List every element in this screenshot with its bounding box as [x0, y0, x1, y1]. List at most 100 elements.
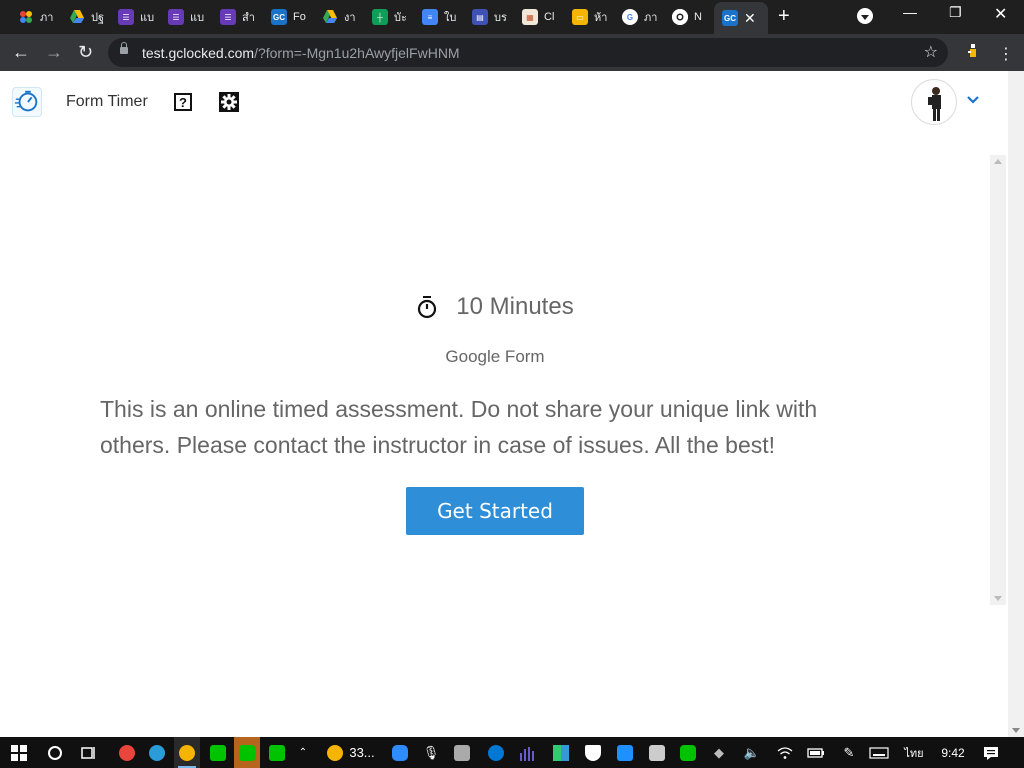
browser-menu-icon[interactable]: ⋮: [998, 44, 1014, 64]
browser-tab[interactable]: งา: [314, 4, 362, 30]
start-button[interactable]: [8, 737, 30, 768]
microphone-icon: 🎙: [422, 744, 440, 760]
url-host: test.gclocked.com: [142, 45, 255, 61]
tray-icon[interactable]: [452, 737, 472, 768]
avatar[interactable]: [911, 79, 957, 125]
close-window-button[interactable]: ✕: [994, 4, 1007, 24]
tray-icon[interactable]: [516, 737, 538, 768]
reload-button[interactable]: ↻: [78, 41, 93, 63]
bookmark-star-icon[interactable]: ☆: [924, 42, 938, 62]
browser-tab[interactable]: ☰ แบ: [160, 4, 208, 30]
browser-tab[interactable]: ☰ แบ: [110, 4, 158, 30]
browser-tab[interactable]: GC Fo: [263, 4, 311, 30]
browser-tab[interactable]: ≡ ใบ: [414, 4, 462, 30]
browser-tab[interactable]: N: [664, 4, 712, 30]
minimize-button[interactable]: —: [903, 4, 917, 20]
browser-toolbar: ← → ↻ test.gclocked.com/?form=-Mgn1u2hAw…: [0, 34, 1024, 71]
tab-search-button[interactable]: [857, 8, 873, 24]
scroll-down-icon[interactable]: [994, 596, 1002, 601]
extension-icon[interactable]: [966, 42, 980, 62]
notifications-button[interactable]: [980, 737, 1002, 768]
chevron-down-icon: [861, 14, 869, 20]
stopwatch-icon: [418, 296, 437, 319]
keyboard-button[interactable]: [868, 737, 890, 768]
onedrive-icon: [488, 744, 504, 761]
browser-tab-active[interactable]: GC ✕: [714, 2, 768, 34]
help-icon[interactable]: ?: [174, 93, 192, 111]
tray-icon[interactable]: [484, 737, 508, 768]
line-contact-icon: [269, 744, 285, 761]
browser-tab[interactable]: ▤ บร: [464, 4, 512, 30]
taskbar-app-active[interactable]: [174, 737, 200, 768]
new-tab-button[interactable]: +: [778, 6, 790, 26]
back-button[interactable]: ←: [12, 41, 30, 63]
task-view-button[interactable]: [78, 737, 100, 768]
inner-scrollbar[interactable]: [990, 155, 1006, 605]
gc-icon: GC: [271, 9, 287, 25]
pen-button[interactable]: ✎: [838, 737, 860, 768]
scroll-up-icon[interactable]: [994, 159, 1002, 164]
battery-button[interactable]: [806, 737, 826, 768]
browser-tab[interactable]: ▦ Cl: [514, 4, 562, 30]
browser-tab[interactable]: ☰ สำ: [212, 4, 260, 30]
sync-icon: [617, 744, 633, 761]
app-title[interactable]: Form Timer: [66, 93, 148, 111]
browser-tab[interactable]: ปฐ: [61, 4, 109, 30]
chrome-icon: [119, 744, 135, 761]
drive-icon: [69, 9, 85, 25]
page-scrollbar[interactable]: [1008, 71, 1024, 737]
search-button[interactable]: [44, 737, 66, 768]
get-started-button[interactable]: Get Started: [406, 487, 584, 535]
tray-icon[interactable]: [550, 737, 572, 768]
equalizer-icon: [520, 746, 534, 761]
forward-button[interactable]: →: [45, 41, 63, 63]
taskbar-app[interactable]: [206, 737, 230, 768]
gear-icon[interactable]: [219, 92, 239, 112]
tab-label: ห้า: [594, 12, 608, 24]
form-timer-logo-icon[interactable]: [12, 87, 42, 117]
tray-icon[interactable]: [676, 737, 700, 768]
browser-tab[interactable]: ┼ บัะ: [364, 4, 412, 30]
browser-tab[interactable]: ▭ ห้า: [564, 4, 612, 30]
tray-icon[interactable]: [646, 737, 668, 768]
slides-icon: ▭: [572, 9, 588, 25]
tray-icon[interactable]: [582, 737, 604, 768]
volume-button[interactable]: 🔈: [740, 737, 764, 768]
tab-label: ปฐ: [91, 12, 105, 24]
chevron-down-icon[interactable]: [966, 95, 980, 105]
drive-icon: [322, 9, 338, 25]
docs-icon: ≡: [422, 9, 438, 25]
scroll-down-icon[interactable]: [1012, 728, 1020, 733]
task-view-icon: [81, 746, 95, 759]
restore-button[interactable]: ❐: [949, 4, 962, 21]
url-text[interactable]: test.gclocked.com/?form=-Mgn1u2hAwyfjelF…: [142, 45, 460, 61]
photos-icon: [18, 9, 34, 25]
clock[interactable]: 9:42: [936, 737, 970, 768]
tray-icon[interactable]: [614, 737, 636, 768]
taskbar-app[interactable]: [146, 737, 168, 768]
tab-label: Fo: [293, 11, 306, 23]
windows-logo-icon: [11, 744, 27, 761]
network-button[interactable]: [774, 737, 796, 768]
forms-icon: ☰: [118, 9, 134, 25]
close-tab-icon[interactable]: ✕: [744, 10, 756, 27]
taskbar-app[interactable]: [116, 737, 138, 768]
tray-icon[interactable]: ◆: [710, 737, 728, 768]
cortana-icon: [48, 745, 62, 760]
browser-tab[interactable]: G ภา: [614, 4, 662, 30]
tray-icon[interactable]: 🎙: [422, 737, 440, 768]
chrome-icon: [672, 9, 688, 25]
taskbar-app[interactable]: [266, 737, 288, 768]
tray-icon[interactable]: [390, 737, 410, 768]
language-indicator[interactable]: ไทย: [900, 737, 928, 768]
language-text: ไทย: [904, 747, 924, 760]
weather-widget[interactable]: 33...: [322, 737, 380, 768]
windows-taskbar: ⌃ 33... 🎙 ◆ 🔈 ✎ ไทย 9:42: [0, 737, 1024, 768]
address-bar[interactable]: test.gclocked.com/?form=-Mgn1u2hAwyfjelF…: [108, 38, 948, 67]
taskbar-app[interactable]: [234, 737, 260, 768]
pen-icon: ✎: [843, 744, 855, 760]
sheets-icon: ┼: [372, 9, 388, 25]
tab-label: สำ: [242, 12, 255, 24]
overflow-toggle[interactable]: ⌃: [296, 737, 310, 768]
browser-tab[interactable]: ภา: [10, 4, 58, 30]
